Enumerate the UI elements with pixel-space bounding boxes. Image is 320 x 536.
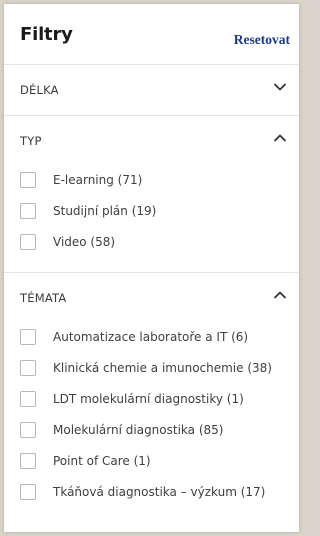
section-delka-toggle[interactable]: DÉLKA <box>4 65 299 115</box>
section-title: TÉMATA <box>20 291 67 305</box>
filter-option-e-learning[interactable]: E-learning (71) <box>20 164 299 195</box>
section-delka: DÉLKA <box>4 65 299 116</box>
checkbox[interactable] <box>20 483 36 500</box>
filter-option-point-of-care[interactable]: Point of Care (1) <box>20 445 299 476</box>
section-temata: TÉMATA Automatizace laboratoře a IT (6) … <box>4 273 299 507</box>
section-typ-toggle[interactable]: TYP <box>4 116 299 164</box>
option-label: Klinická chemie a imunochemie (38) <box>53 360 272 375</box>
option-label: Molekulární diagnostika (85) <box>53 422 224 437</box>
checkbox[interactable] <box>20 233 36 250</box>
section-title: TYP <box>20 134 42 148</box>
option-label: Point of Care (1) <box>53 453 151 468</box>
temata-options: Automatizace laboratoře a IT (6) Klinick… <box>4 321 299 507</box>
chevron-up-icon <box>273 290 287 300</box>
filter-option-studijni-plan[interactable]: Studijní plán (19) <box>20 195 299 226</box>
filter-option-molekularni[interactable]: Molekulární diagnostika (85) <box>20 414 299 445</box>
checkbox[interactable] <box>20 328 36 345</box>
filter-header: Filtry Resetovat <box>4 4 299 65</box>
checkbox[interactable] <box>20 452 36 469</box>
filter-panel: Filtry Resetovat DÉLKA TYP E-learning (7… <box>4 4 299 532</box>
filter-option-ldt[interactable]: LDT molekulární diagnostiky (1) <box>20 383 299 414</box>
option-label: Tkáňová diagnostika – výzkum (17) <box>53 484 266 499</box>
option-label: Studijní plán (19) <box>53 203 157 218</box>
typ-options: E-learning (71) Studijní plán (19) Video… <box>4 164 299 257</box>
filter-option-video[interactable]: Video (58) <box>20 226 299 257</box>
chevron-up-icon <box>273 133 287 143</box>
section-temata-toggle[interactable]: TÉMATA <box>4 273 299 321</box>
checkbox[interactable] <box>20 202 36 219</box>
checkbox[interactable] <box>20 390 36 407</box>
option-label: LDT molekulární diagnostiky (1) <box>53 391 244 406</box>
reset-link[interactable]: Resetovat <box>234 32 290 48</box>
checkbox[interactable] <box>20 421 36 438</box>
filter-option-automatizace[interactable]: Automatizace laboratoře a IT (6) <box>20 321 299 352</box>
option-label: Video (58) <box>53 234 116 249</box>
checkbox[interactable] <box>20 171 36 188</box>
option-label: E-learning (71) <box>53 172 143 187</box>
section-title: DÉLKA <box>20 83 59 97</box>
section-typ: TYP E-learning (71) Studijní plán (19) V… <box>4 116 299 273</box>
filter-option-klinicka-chemie[interactable]: Klinická chemie a imunochemie (38) <box>20 352 299 383</box>
checkbox[interactable] <box>20 359 36 376</box>
chevron-down-icon <box>273 82 287 92</box>
filter-option-tkanova[interactable]: Tkáňová diagnostika – výzkum (17) <box>20 476 299 507</box>
page-title: Filtry <box>20 24 73 45</box>
option-label: Automatizace laboratoře a IT (6) <box>53 329 249 344</box>
